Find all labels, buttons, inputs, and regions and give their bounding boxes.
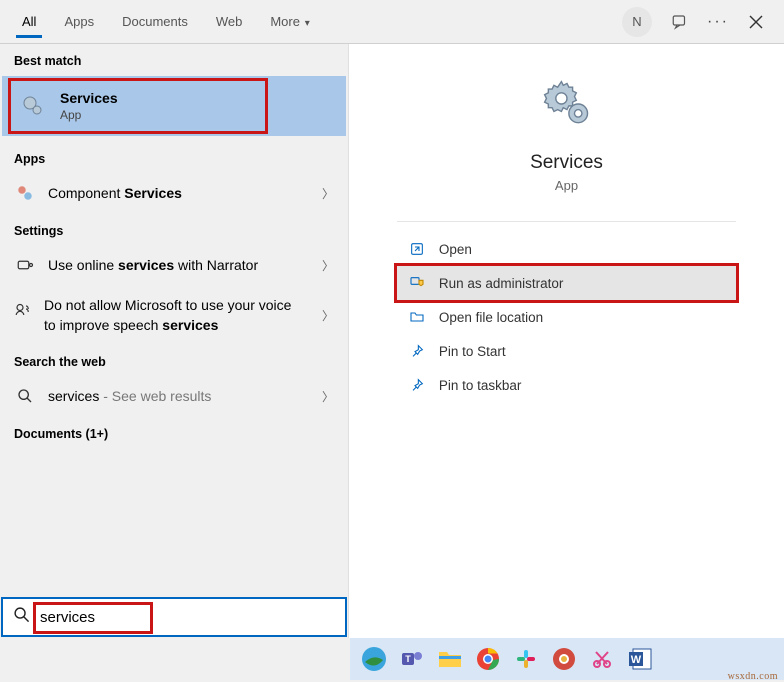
preview-subtitle: App (555, 178, 578, 193)
taskbar-explorer-icon[interactable] (434, 643, 466, 675)
action-label: Open (439, 242, 472, 257)
action-run-as-administrator[interactable]: Run as administrator (397, 266, 736, 300)
divider (397, 221, 736, 222)
taskbar-slack-icon[interactable] (510, 643, 542, 675)
chevron-right-icon: 〉 (322, 388, 334, 405)
preview-panel: Services App Open Run as administrator O… (348, 44, 784, 638)
section-header-search-web: Search the web (0, 345, 348, 375)
preview-title: Services (530, 152, 603, 174)
admin-shield-icon (409, 275, 425, 291)
close-icon[interactable] (746, 12, 766, 32)
open-icon (409, 241, 425, 257)
action-label: Run as administrator (439, 276, 564, 291)
action-label: Pin to taskbar (439, 378, 522, 393)
result-label: Do not allow Microsoft to use your voice… (44, 296, 322, 335)
gear-icon (20, 93, 46, 119)
pin-icon (409, 343, 425, 359)
result-label: Component Services (48, 185, 182, 201)
tab-more[interactable]: More ▾ (256, 6, 323, 37)
best-match-result[interactable]: Services App (2, 76, 346, 136)
tab-apps[interactable]: Apps (50, 6, 108, 37)
narrator-icon (14, 254, 36, 276)
taskbar-teams-icon[interactable]: T (396, 643, 428, 675)
taskbar: T W (350, 638, 784, 680)
tab-all[interactable]: All (8, 6, 50, 37)
results-panel: Best match Services App Apps Component S… (0, 44, 348, 638)
section-header-best-match: Best match (0, 44, 348, 74)
tab-web[interactable]: Web (202, 6, 257, 37)
taskbar-snip-icon[interactable] (586, 643, 618, 675)
taskbar-chrome-canary-icon[interactable] (548, 643, 580, 675)
folder-icon (409, 309, 425, 325)
svg-text:W: W (631, 654, 642, 666)
chevron-right-icon: 〉 (322, 185, 334, 202)
pin-icon (409, 377, 425, 393)
feedback-icon[interactable] (670, 12, 690, 32)
taskbar-word-icon[interactable]: W (624, 643, 656, 675)
result-label: Use online services with Narrator (48, 257, 258, 273)
search-icon (14, 385, 36, 407)
action-label: Pin to Start (439, 344, 506, 359)
section-header-apps: Apps (0, 142, 348, 172)
action-pin-to-start[interactable]: Pin to Start (397, 334, 736, 368)
result-label: services - See web results (48, 388, 211, 404)
search-bar[interactable] (1, 597, 347, 637)
taskbar-chrome-icon[interactable] (472, 643, 504, 675)
action-label: Open file location (439, 310, 543, 325)
filter-tabs-bar: All Apps Documents Web More ▾ N ··· (0, 0, 784, 44)
result-component-services[interactable]: Component Services 〉 (0, 172, 348, 214)
best-match-subtitle: App (60, 108, 118, 122)
tab-documents[interactable]: Documents (108, 6, 202, 37)
annotation-box (8, 78, 268, 134)
result-narrator-services[interactable]: Use online services with Narrator 〉 (0, 244, 348, 286)
chevron-down-icon: ▾ (302, 18, 310, 29)
search-input[interactable] (40, 609, 335, 626)
result-speech-services[interactable]: Do not allow Microsoft to use your voice… (0, 286, 348, 345)
section-header-documents: Documents (1+) (0, 417, 348, 447)
search-icon (13, 606, 30, 628)
action-open-file-location[interactable]: Open file location (397, 300, 736, 334)
more-options-icon[interactable]: ··· (708, 12, 728, 32)
svg-text:T: T (405, 654, 411, 664)
chevron-right-icon: 〉 (322, 257, 334, 274)
component-services-icon (14, 182, 36, 204)
action-open[interactable]: Open (397, 232, 736, 266)
section-header-settings: Settings (0, 214, 348, 244)
result-web-search[interactable]: services - See web results 〉 (0, 375, 348, 417)
chevron-right-icon: 〉 (322, 307, 334, 324)
user-avatar[interactable]: N (622, 7, 652, 37)
best-match-title: Services (60, 90, 118, 106)
action-pin-to-taskbar[interactable]: Pin to taskbar (397, 368, 736, 402)
speech-icon (14, 298, 32, 320)
taskbar-edge-icon[interactable] (358, 643, 390, 675)
gear-icon (537, 74, 597, 134)
